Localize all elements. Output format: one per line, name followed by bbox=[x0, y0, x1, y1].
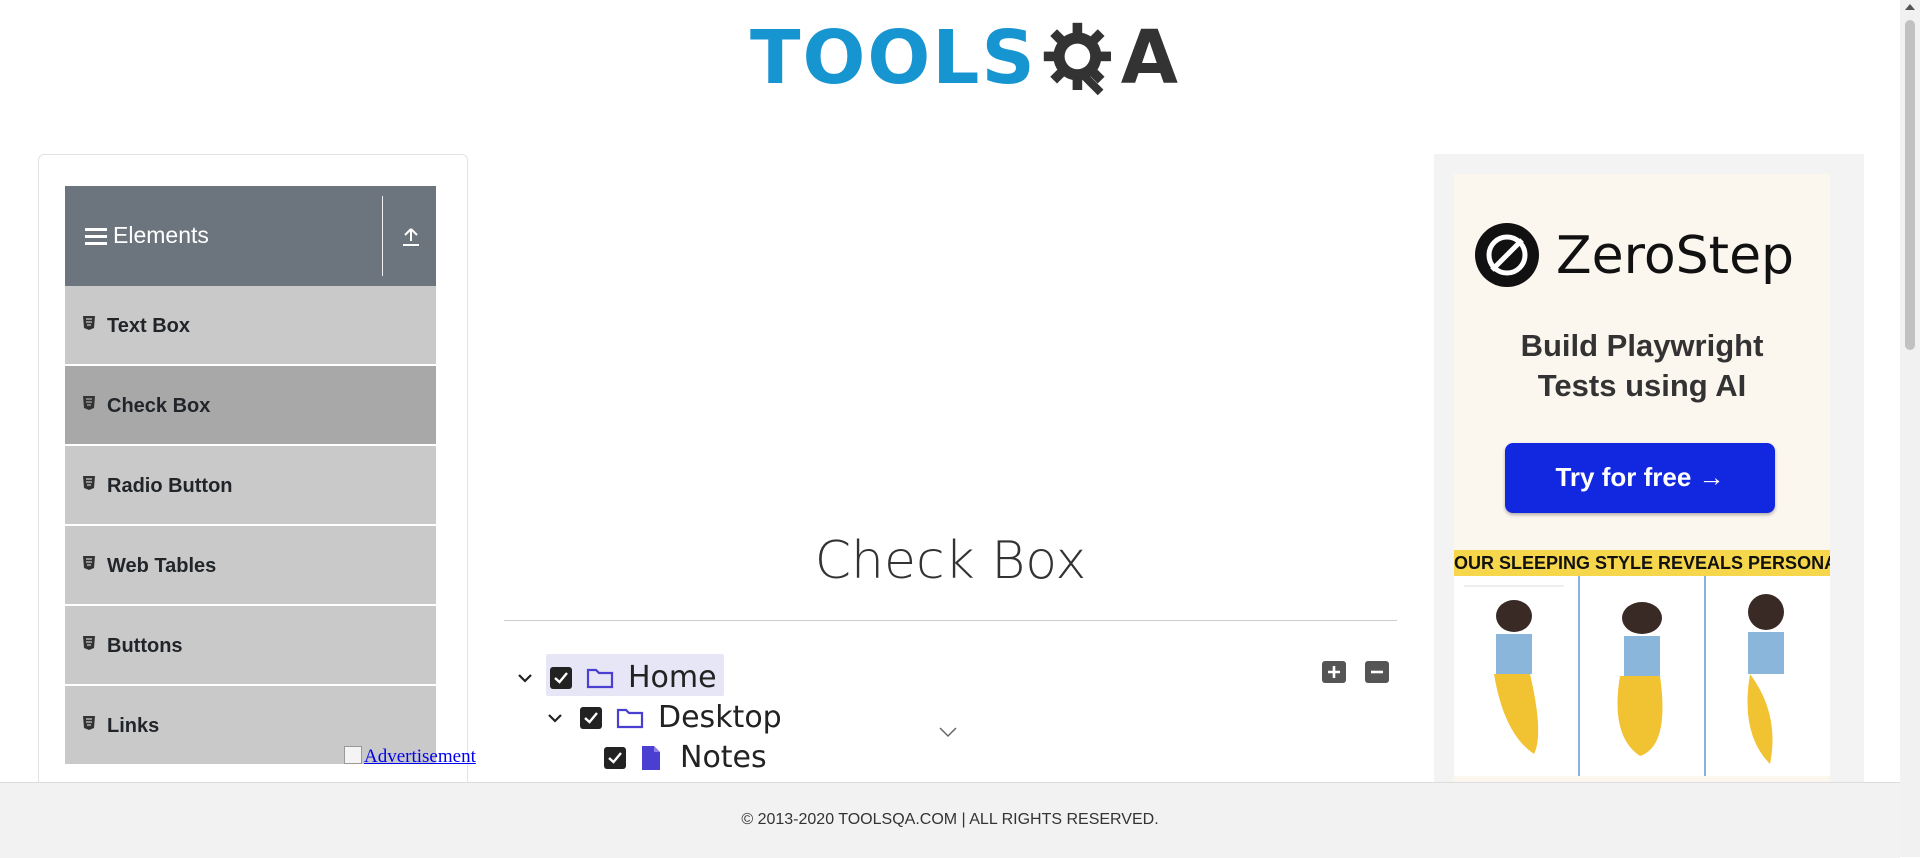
folder-icon bbox=[586, 668, 614, 688]
sidebar-item-web-tables[interactable]: Web Tables bbox=[65, 526, 436, 606]
home-checkbox[interactable] bbox=[550, 666, 572, 689]
notes-checkbox[interactable] bbox=[604, 746, 626, 769]
scroll-down-chevron-icon[interactable] bbox=[938, 726, 958, 738]
page-scrollbar[interactable] bbox=[1900, 0, 1920, 857]
toolsqa-logo[interactable]: TOOLS A bbox=[750, 18, 1180, 98]
ad-tagline: Build Playwright Tests using AI bbox=[1454, 326, 1830, 406]
footer-copyright: © 2013-2020 TOOLSQA.COM | ALL RIGHTS RES… bbox=[741, 811, 1159, 828]
plus-icon bbox=[1328, 666, 1340, 678]
logo-text-tools: TOOLS bbox=[750, 15, 1037, 101]
desktop-checkbox[interactable] bbox=[580, 706, 602, 729]
file-icon bbox=[642, 745, 660, 770]
broken-image-icon bbox=[344, 746, 362, 764]
ad-tagline-line2: Tests using AI bbox=[1537, 368, 1747, 403]
page-title: Check Box bbox=[814, 531, 1087, 591]
elements-group-header[interactable]: Elements bbox=[65, 186, 436, 286]
chevron-down-icon[interactable] bbox=[516, 669, 534, 687]
sidebar-item-label: Radio Button bbox=[107, 475, 233, 497]
logo-qa: A bbox=[1037, 18, 1180, 98]
html5-icon bbox=[83, 716, 95, 730]
sidebar-item-label: Links bbox=[107, 715, 160, 737]
ad-tagline-line1: Build Playwright bbox=[1520, 328, 1764, 363]
html5-icon bbox=[83, 636, 95, 650]
hamburger-icon bbox=[85, 228, 107, 246]
title-divider bbox=[504, 620, 1397, 621]
header: TOOLS A bbox=[0, 0, 1900, 120]
collapse-upload-icon[interactable] bbox=[400, 226, 422, 248]
sidebar-item-check-box[interactable]: Check Box bbox=[65, 366, 436, 446]
sidebar-item-buttons[interactable]: Buttons bbox=[65, 606, 436, 686]
tree-node-label[interactable]: Home bbox=[628, 660, 717, 695]
group-title: Elements bbox=[113, 222, 209, 248]
try-for-free-button[interactable]: Try for free → bbox=[1505, 443, 1775, 513]
gear-icon bbox=[1043, 22, 1111, 96]
tree-node-label[interactable]: Notes bbox=[680, 740, 767, 775]
html5-icon bbox=[83, 476, 95, 490]
chevron-down-icon[interactable] bbox=[546, 709, 564, 727]
sidebar-menu: Text Box Check Box Radio Button Web Tabl… bbox=[65, 286, 436, 766]
ad-brand-name: ZeroStep bbox=[1556, 226, 1795, 286]
sleep-ad-banner[interactable]: OUR SLEEPING STYLE REVEALS PERSONALIT bbox=[1454, 550, 1830, 576]
header-divider bbox=[382, 196, 383, 276]
scroll-up-arrow-icon[interactable] bbox=[1905, 4, 1915, 10]
sidebar-item-label: Text Box bbox=[107, 315, 190, 337]
footer: © 2013-2020 TOOLSQA.COM | ALL RIGHTS RES… bbox=[0, 782, 1900, 858]
tree-node-label[interactable]: Desktop bbox=[658, 700, 782, 735]
html5-icon bbox=[83, 556, 95, 570]
sleep-panel-b bbox=[1580, 576, 1706, 776]
advertisement-link[interactable]: Advertisement bbox=[344, 746, 476, 768]
sidebar-item-radio-button[interactable]: Radio Button bbox=[65, 446, 436, 526]
expand-all-button[interactable] bbox=[1322, 661, 1346, 683]
tree-node-notes: Notes bbox=[604, 740, 767, 775]
html5-icon bbox=[83, 316, 95, 330]
collapse-all-button[interactable] bbox=[1365, 661, 1389, 683]
sleep-panel-c bbox=[1706, 576, 1830, 776]
sleep-panel-a bbox=[1454, 576, 1580, 776]
sidebar-item-label: Buttons bbox=[107, 635, 183, 657]
folder-icon bbox=[616, 708, 644, 728]
scrollbar-thumb[interactable] bbox=[1905, 20, 1915, 350]
tree-node-desktop: Desktop bbox=[546, 700, 782, 735]
sidebar-item-text-box[interactable]: Text Box bbox=[65, 286, 436, 366]
advertisement-link-label: Advertisement bbox=[364, 746, 476, 767]
sidebar-item-label: Web Tables bbox=[107, 555, 217, 577]
html5-icon bbox=[83, 396, 95, 410]
sleep-ad-image[interactable] bbox=[1454, 576, 1830, 776]
minus-icon bbox=[1371, 670, 1383, 674]
zerostep-logo-icon bbox=[1475, 223, 1539, 287]
sidebar-item-label: Check Box bbox=[107, 395, 211, 417]
tree-node-home: Home bbox=[516, 660, 717, 695]
logo-text-a: A bbox=[1120, 15, 1181, 101]
